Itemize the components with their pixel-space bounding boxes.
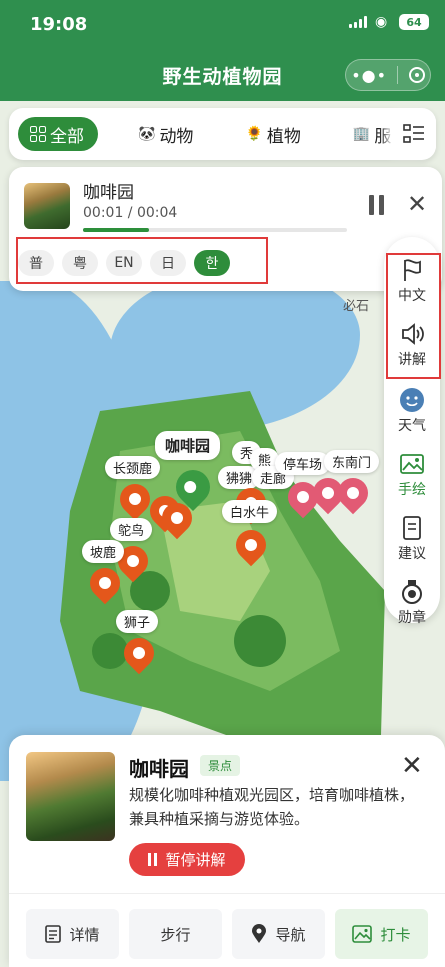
details-label: 详情 (69, 925, 100, 944)
player-time: 00:01 / 00:04 (83, 205, 178, 221)
card-divider (9, 893, 445, 894)
tab-plants[interactable]: 🌻 植物 (233, 117, 312, 151)
details-button[interactable]: 详情 (26, 909, 119, 959)
panda-icon: 🐼 (138, 126, 156, 142)
signal-icon (349, 16, 369, 28)
tab-all[interactable]: 全部 (18, 117, 98, 151)
photo-icon (352, 925, 373, 943)
close-program-icon[interactable] (408, 67, 425, 83)
toolbar-handdrawn-label: 手绘 (398, 482, 426, 498)
player-pause-button[interactable] (366, 195, 386, 215)
pause-narration-button[interactable]: 暂停讲解 (129, 843, 245, 876)
mini-program-capsule: •●• (345, 59, 431, 91)
poi-type-badge: 景点 (200, 755, 241, 776)
poi-image (26, 752, 115, 841)
tab-services-label: 服 (374, 126, 392, 147)
player-title: 咖啡园 (83, 183, 134, 203)
player-close-icon[interactable]: ✕ (407, 192, 427, 216)
walk-button[interactable]: 步行 (129, 909, 222, 959)
card-actions: 详情 步行 导航 打卡 (26, 909, 428, 959)
player-progress-bar[interactable] (83, 228, 347, 232)
marker-label-east-gate[interactable]: 东南门 (324, 450, 380, 473)
pause-narration-label: 暂停讲解 (165, 851, 226, 869)
toolbar-medals-label: 勋章 (398, 610, 426, 626)
status-time: 19:08 (30, 14, 88, 35)
toolbar-handdrawn[interactable]: 手绘 (384, 451, 440, 499)
toolbar-feedback[interactable]: 建议 (384, 515, 440, 563)
toolbar-weather-label: 天气 (398, 418, 426, 434)
status-icons: ◉ 64 (349, 14, 429, 30)
pause-icon (148, 853, 158, 866)
card-close-icon[interactable]: ✕ (401, 751, 423, 781)
toolbar-feedback-label: 建议 (398, 546, 426, 562)
player-progress-fill (83, 228, 149, 232)
highlight-box-toolbar (386, 253, 441, 379)
capsule-divider (397, 66, 399, 84)
weather-icon (400, 388, 424, 412)
marker-label-coffee[interactable]: 咖啡园 (155, 431, 221, 460)
category-tabs: 全部 🐼 动物 🌻 植物 🏢 服 (9, 108, 436, 160)
marker-label-buffalo[interactable]: 白水牛 (222, 500, 278, 523)
wifi-icon: ◉ (375, 14, 388, 30)
marker-label-parking[interactable]: 停车场 (275, 452, 331, 475)
marker-label-deer[interactable]: 坡鹿 (82, 540, 125, 563)
navigate-label: 导航 (275, 925, 306, 944)
document-icon (45, 925, 62, 943)
marker-label-lion[interactable]: 狮子 (116, 610, 159, 633)
battery-indicator: 64 (399, 14, 429, 30)
toolbar-medals[interactable]: 勋章 (384, 579, 440, 627)
note-icon (403, 516, 421, 540)
checkin-button[interactable]: 打卡 (335, 909, 428, 959)
tab-plants-label: 植物 (266, 126, 301, 147)
tab-animals-label: 动物 (159, 126, 194, 147)
player-thumbnail (24, 183, 70, 229)
poi-detail-card: 咖啡园 景点 ✕ 规模化咖啡种植观光园区，培育咖啡植株，兼具种植采摘与游览体验。… (9, 735, 445, 967)
more-icon[interactable]: •●• (351, 66, 387, 85)
walk-label: 步行 (160, 925, 191, 944)
tab-animals[interactable]: 🐼 动物 (126, 117, 205, 151)
service-icon: 🏢 (352, 126, 371, 142)
highlight-box-languages (16, 237, 268, 284)
medal-icon (402, 580, 422, 604)
tab-all-label: 全部 (50, 126, 84, 147)
category-menu-button[interactable] (392, 112, 436, 156)
app-header: 19:08 ◉ 64 野生动植物园 •●• (0, 0, 445, 101)
checkin-label: 打卡 (380, 925, 411, 944)
plant-icon: 🌻 (245, 126, 263, 142)
image-icon (400, 454, 424, 474)
grid-icon (30, 126, 46, 142)
list-menu-icon (403, 124, 424, 143)
poi-title: 咖啡园 (129, 757, 189, 781)
location-icon (252, 924, 267, 943)
map-label-bishi: 必石 (343, 299, 370, 314)
navigate-button[interactable]: 导航 (232, 909, 325, 959)
toolbar-weather[interactable]: 天气 (384, 387, 440, 435)
marker-label-giraffe[interactable]: 长颈鹿 (105, 456, 161, 479)
marker-label-ostrich[interactable]: 鸵鸟 (110, 518, 153, 541)
poi-description: 规模化咖啡种植观光园区，培育咖啡植株，兼具种植采摘与游览体验。 (129, 786, 415, 828)
